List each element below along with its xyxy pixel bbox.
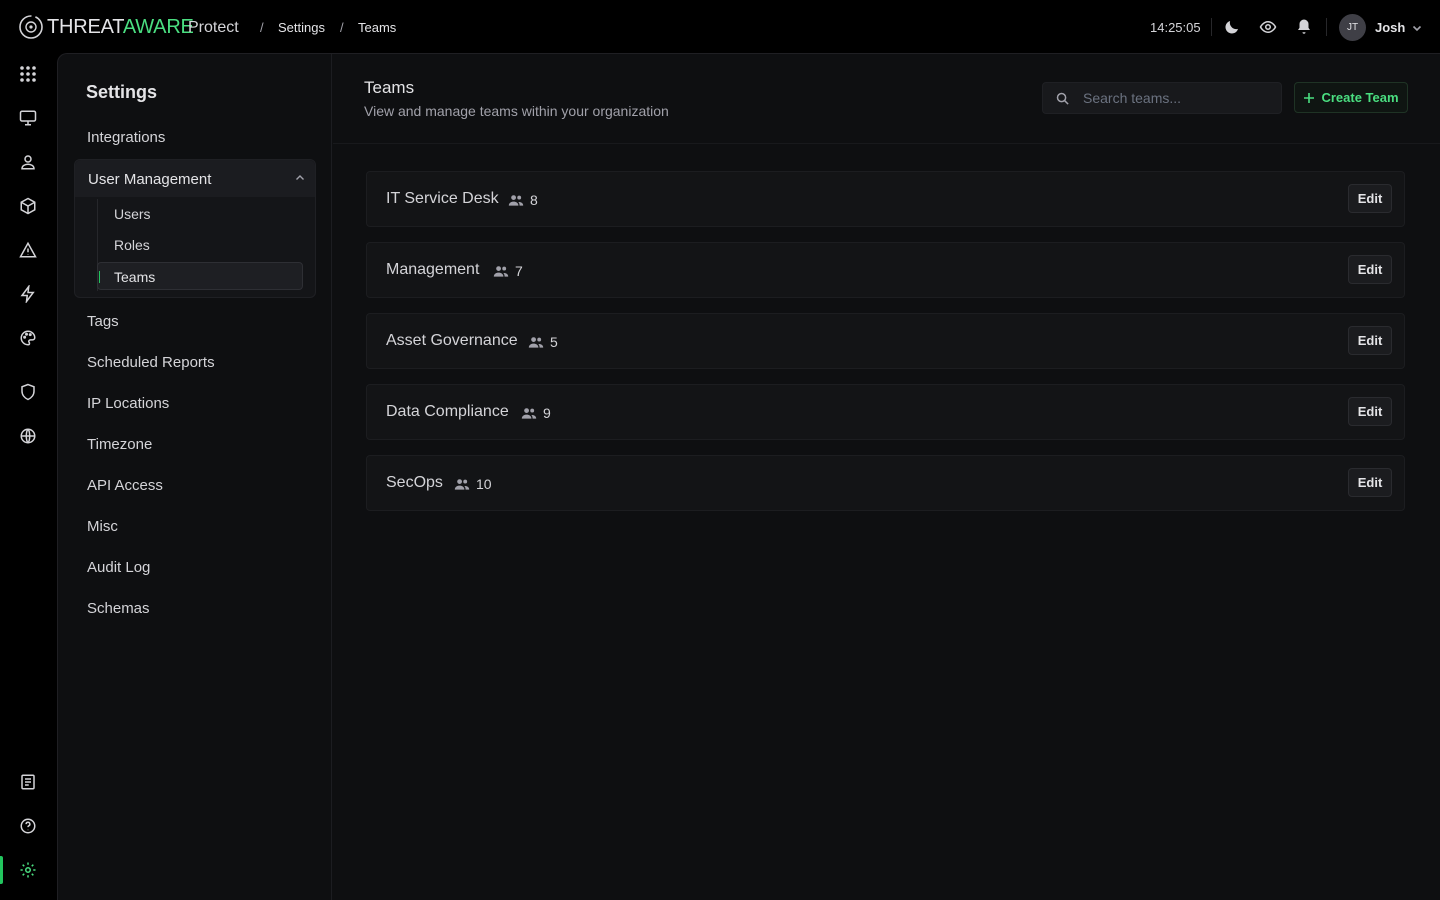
- breadcrumb-separator: /: [260, 20, 264, 35]
- user-icon[interactable]: [19, 153, 37, 171]
- cube-icon[interactable]: [19, 197, 37, 215]
- people-icon: [521, 408, 537, 419]
- palette-icon[interactable]: [19, 329, 37, 347]
- breadcrumb-settings[interactable]: Settings: [278, 20, 325, 35]
- create-team-button[interactable]: Create Team: [1294, 82, 1408, 113]
- team-row[interactable]: Management 7 Edit: [366, 242, 1405, 298]
- search-input[interactable]: [1083, 83, 1273, 113]
- avatar[interactable]: JT: [1339, 14, 1366, 41]
- nav-tags[interactable]: Tags: [87, 313, 119, 330]
- product-name[interactable]: Protect: [188, 19, 239, 37]
- team-row[interactable]: SecOps 10 Edit: [366, 455, 1405, 511]
- team-count: 10: [476, 476, 492, 492]
- breadcrumb-separator: /: [340, 20, 344, 35]
- team-count: 7: [515, 263, 523, 279]
- page-title: Teams: [364, 78, 415, 97]
- team-name: Data Compliance: [386, 403, 509, 420]
- logo-mark-icon: [19, 15, 43, 39]
- people-icon: [493, 266, 509, 277]
- search-box[interactable]: [1042, 82, 1282, 114]
- top-bar: THREATAWARE Protect / Settings / Teams 1…: [0, 0, 1440, 53]
- shield-icon[interactable]: [19, 383, 37, 401]
- active-indicator: [0, 856, 3, 884]
- settings-title: Settings: [86, 82, 158, 102]
- user-management-header[interactable]: User Management: [75, 160, 315, 197]
- logo-aware: AWARE: [122, 16, 194, 38]
- main-panel: Settings Integrations User Management Us…: [57, 53, 1440, 900]
- clock: 14:25:05: [1150, 20, 1201, 35]
- team-name: IT Service Desk: [386, 190, 499, 207]
- bell-icon[interactable]: [1295, 18, 1313, 36]
- warning-icon[interactable]: [19, 241, 37, 259]
- book-icon[interactable]: [19, 773, 37, 791]
- content-header: Teams View and manage teams within your …: [333, 54, 1440, 144]
- edit-button[interactable]: Edit: [1348, 326, 1392, 355]
- globe-icon[interactable]: [19, 427, 37, 445]
- team-count: 8: [530, 192, 538, 208]
- team-row[interactable]: Data Compliance 9 Edit: [366, 384, 1405, 440]
- logo-threat: THREAT: [47, 16, 123, 38]
- logo-text: THREATAWARE: [47, 14, 194, 40]
- nav-roles[interactable]: Roles: [114, 237, 150, 253]
- eye-icon[interactable]: [1259, 18, 1277, 36]
- member-count: 5: [528, 334, 558, 350]
- plus-icon: [1304, 92, 1315, 103]
- breadcrumb-teams: Teams: [358, 20, 397, 35]
- member-count: 10: [454, 476, 492, 492]
- edit-button[interactable]: Edit: [1348, 184, 1392, 213]
- divider: [1211, 18, 1212, 36]
- help-icon[interactable]: [19, 817, 37, 835]
- team-name: SecOps: [386, 474, 443, 491]
- nav-audit-log[interactable]: Audit Log: [87, 559, 150, 576]
- user-name[interactable]: Josh: [1375, 20, 1405, 35]
- bolt-icon[interactable]: [19, 285, 37, 303]
- page-subtitle: View and manage teams within your organi…: [364, 103, 669, 119]
- people-icon: [528, 337, 544, 348]
- edit-button[interactable]: Edit: [1348, 468, 1392, 497]
- team-row[interactable]: IT Service Desk 8 Edit: [366, 171, 1405, 227]
- edit-button[interactable]: Edit: [1348, 397, 1392, 426]
- nav-misc[interactable]: Misc: [87, 518, 118, 535]
- nav-teams[interactable]: Teams: [97, 262, 303, 290]
- teams-content: Teams View and manage teams within your …: [333, 54, 1440, 900]
- nav-ip-locations[interactable]: IP Locations: [87, 395, 169, 412]
- create-team-label: Create Team: [1321, 90, 1399, 105]
- divider: [1326, 18, 1327, 36]
- edit-button[interactable]: Edit: [1348, 255, 1392, 284]
- nav-schemas[interactable]: Schemas: [87, 600, 150, 617]
- nav-integrations[interactable]: Integrations: [87, 129, 165, 146]
- moon-icon[interactable]: [1223, 18, 1241, 36]
- nav-teams-label: Teams: [114, 269, 156, 285]
- logo[interactable]: THREATAWARE: [18, 14, 194, 40]
- member-count: 8: [508, 192, 538, 208]
- search-icon: [1056, 92, 1069, 105]
- icon-rail: [0, 53, 57, 900]
- nav-api-access[interactable]: API Access: [87, 477, 163, 494]
- team-count: 9: [543, 405, 551, 421]
- monitor-icon[interactable]: [19, 109, 37, 127]
- nav-timezone[interactable]: Timezone: [87, 436, 152, 453]
- member-count: 7: [493, 263, 523, 279]
- user-management-label: User Management: [88, 171, 212, 188]
- team-name: Management: [386, 261, 480, 278]
- chevron-down-icon[interactable]: [1411, 22, 1423, 34]
- people-icon: [454, 479, 470, 490]
- chevron-up-icon[interactable]: [294, 172, 306, 184]
- active-marker: [99, 271, 100, 283]
- team-row[interactable]: Asset Governance 5 Edit: [366, 313, 1405, 369]
- people-icon: [508, 195, 524, 206]
- gear-icon[interactable]: [19, 861, 37, 879]
- team-list: IT Service Desk 8 Edit Management 7 Edit…: [366, 171, 1405, 526]
- team-name: Asset Governance: [386, 332, 518, 349]
- user-management-group: User Management Users Roles Teams: [74, 159, 316, 298]
- nav-users[interactable]: Users: [114, 206, 151, 222]
- member-count: 9: [521, 405, 551, 421]
- settings-nav: Settings Integrations User Management Us…: [58, 54, 332, 900]
- team-count: 5: [550, 334, 558, 350]
- nav-scheduled-reports[interactable]: Scheduled Reports: [87, 354, 215, 371]
- grid-icon[interactable]: [19, 65, 37, 83]
